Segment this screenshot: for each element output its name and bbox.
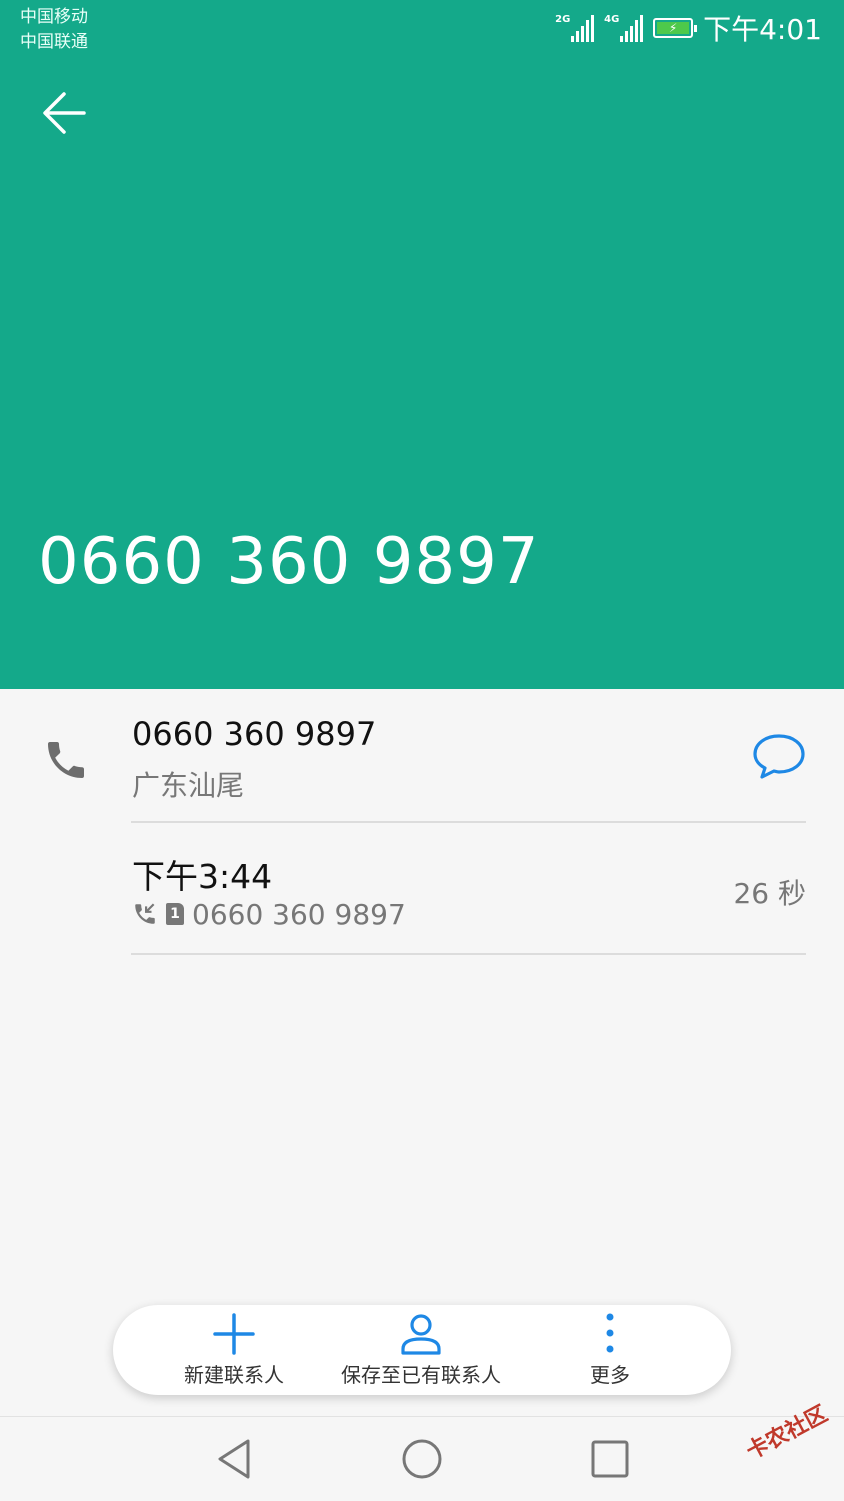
- nav-home-icon[interactable]: [400, 1437, 444, 1481]
- action-bar: 新建联系人 保存至已有联系人 更多: [113, 1305, 731, 1395]
- battery-icon: ⚡: [653, 18, 698, 38]
- carrier-labels: 中国移动 中国联通: [20, 5, 88, 55]
- phone-call-icon[interactable]: [42, 736, 90, 784]
- signal-4g-icon: 4G: [604, 14, 644, 42]
- message-icon[interactable]: [752, 732, 806, 780]
- contact-header: 中国移动 中国联通 2G 4G ⚡ 下午4:01 0660 360 9897: [0, 0, 844, 689]
- call-log-number: 0660 360 9897: [192, 897, 406, 931]
- new-contact-label: 新建联系人: [184, 1363, 284, 1387]
- status-indicators: 2G 4G ⚡ 下午4:01: [555, 10, 822, 46]
- contact-number[interactable]: 0660 360 9897: [132, 715, 376, 753]
- divider: [131, 821, 806, 823]
- divider: [131, 953, 806, 955]
- call-log-time: 下午3:44: [132, 857, 273, 896]
- back-arrow-icon[interactable]: [40, 88, 90, 138]
- signal-2g-icon: 2G: [555, 14, 595, 42]
- carrier-2: 中国联通: [20, 32, 88, 52]
- new-contact-button[interactable]: 新建联系人: [167, 1305, 301, 1395]
- status-time: 下午4:01: [703, 13, 822, 46]
- plus-icon: [213, 1313, 255, 1355]
- incoming-call-icon: [135, 903, 155, 924]
- save-to-existing-button[interactable]: 保存至已有联系人: [331, 1305, 511, 1395]
- nav-back-icon[interactable]: [212, 1437, 256, 1481]
- number-location: 广东汕尾: [132, 769, 245, 802]
- sim-card-icon: 1: [166, 903, 184, 925]
- nav-recents-icon[interactable]: [588, 1437, 632, 1481]
- save-to-existing-label: 保存至已有联系人: [341, 1363, 501, 1387]
- call-log-details: 1 0660 360 9897: [132, 897, 406, 931]
- call-duration: 26 秒: [733, 877, 806, 910]
- more-vertical-icon: [606, 1313, 614, 1353]
- carrier-1: 中国移动: [20, 7, 88, 27]
- more-button[interactable]: 更多: [565, 1305, 655, 1395]
- system-nav-bar: [0, 1416, 844, 1501]
- signal-2g-label: 2G: [555, 14, 571, 25]
- signal-4g-label: 4G: [604, 14, 620, 25]
- header-phone-number: 0660 360 9897: [38, 525, 540, 599]
- person-icon: [401, 1314, 441, 1355]
- more-label: 更多: [590, 1363, 630, 1387]
